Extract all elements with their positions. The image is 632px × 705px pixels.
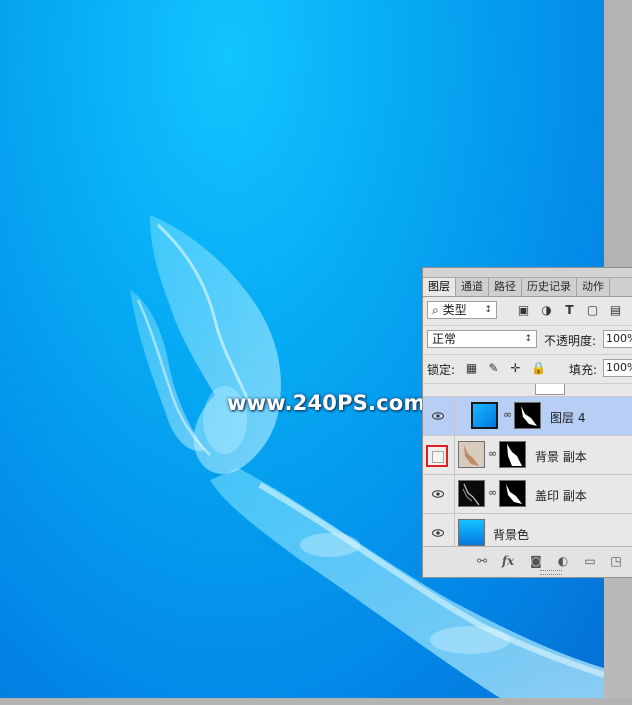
workspace-background-bottom xyxy=(0,698,632,705)
eye-icon xyxy=(432,529,444,537)
layer-thumbnail xyxy=(458,441,485,468)
search-icon: ⌕ xyxy=(432,303,439,317)
layer-thumbnail xyxy=(471,402,498,429)
layer-row[interactable]: ∞ 图层 4 xyxy=(423,397,632,436)
link-icon[interactable]: ∞ xyxy=(488,487,497,499)
shape-filter-icon[interactable]: ▢ xyxy=(586,304,599,317)
chevron-updown-icon: ↕ xyxy=(524,334,532,344)
lock-label: 锁定: xyxy=(427,363,456,377)
fill-label: 填充: xyxy=(569,363,598,377)
visibility-off-highlight[interactable] xyxy=(426,445,448,467)
layer-mask-thumbnail xyxy=(514,402,541,429)
panel-title-strip[interactable] xyxy=(423,268,632,278)
opacity-field[interactable]: 100% xyxy=(603,330,632,348)
layer-mask-thumbnail xyxy=(499,480,526,507)
blend-row: 正常 ↕ 不透明度: 100% xyxy=(423,326,632,355)
panel-tabs: 图层 通道 路径 历史记录 动作 xyxy=(423,278,632,297)
watermark-text: www.240PS.com xyxy=(227,391,426,415)
lock-all-icon[interactable]: 🔒 xyxy=(531,362,546,375)
adjustment-icon[interactable]: ◐ xyxy=(556,554,570,568)
tab-actions[interactable]: 动作 xyxy=(577,278,610,296)
pixel-filter-icon[interactable]: ▣ xyxy=(517,304,530,317)
layer-filter-value: 类型 xyxy=(442,303,467,317)
opacity-label: 不透明度: xyxy=(544,334,597,348)
workspace-background xyxy=(604,0,632,268)
link-icon[interactable]: ⚯ xyxy=(475,554,489,568)
fx-icon[interactable]: fx xyxy=(501,554,515,568)
eye-icon xyxy=(432,412,444,420)
visibility-toggle[interactable] xyxy=(423,475,455,513)
folder-icon[interactable]: ▭ xyxy=(583,554,597,568)
layer-thumbnail xyxy=(458,519,485,546)
photoshop-workspace: www.240PS.com 图层 通道 路径 历史记录 动作 ⌕ 类型 ↕ ▣ … xyxy=(0,0,632,705)
smart-object-filter-icon[interactable]: ▤ xyxy=(609,304,622,317)
blend-mode-select[interactable]: 正常 ↕ xyxy=(427,330,537,348)
new-layer-icon[interactable]: ◳ xyxy=(609,554,623,568)
layer-filter-select[interactable]: ⌕ 类型 ↕ xyxy=(427,301,497,319)
layer-name[interactable]: 图层 4 xyxy=(550,409,585,426)
lock-row: 锁定: ▦ ✎ ✛ 🔒 填充: 100% xyxy=(423,355,632,384)
lock-transparent-icon[interactable]: ▦ xyxy=(465,362,478,375)
blend-mode-value: 正常 xyxy=(432,332,457,346)
layer-thumbnail xyxy=(458,480,485,507)
layer-name[interactable]: 盖印 副本 xyxy=(535,487,587,504)
mask-icon[interactable]: ◙ xyxy=(529,554,543,568)
tab-channels[interactable]: 通道 xyxy=(456,278,489,296)
layer-mask-thumbnail xyxy=(499,441,526,468)
link-icon[interactable]: ∞ xyxy=(488,448,497,460)
layer-thumbnail-partial xyxy=(535,384,565,395)
layer-row[interactable]: ∞ 背景 副本 xyxy=(423,436,632,475)
link-icon[interactable]: ∞ xyxy=(503,409,512,421)
type-filter-icon[interactable]: T xyxy=(563,304,576,317)
adjustment-filter-icon[interactable]: ◑ xyxy=(540,304,553,317)
lock-position-icon[interactable]: ✛ xyxy=(509,362,522,375)
filter-row: ⌕ 类型 ↕ ▣ ◑ T ▢ ▤ xyxy=(423,297,632,326)
tab-paths[interactable]: 路径 xyxy=(489,278,522,296)
chevron-updown-icon: ↕ xyxy=(484,305,492,315)
eye-icon xyxy=(432,490,444,498)
layer-list-top xyxy=(423,384,632,397)
layers-panel: 图层 通道 路径 历史记录 动作 ⌕ 类型 ↕ ▣ ◑ T ▢ ▤ 正常 ↕ 不 xyxy=(422,267,632,578)
tab-layers[interactable]: 图层 xyxy=(423,278,456,296)
lock-paint-icon[interactable]: ✎ xyxy=(487,362,500,375)
tab-history[interactable]: 历史记录 xyxy=(522,278,577,296)
panel-resize-grip[interactable] xyxy=(540,570,562,575)
visibility-toggle[interactable] xyxy=(423,436,455,474)
layer-name[interactable]: 背景色 xyxy=(493,526,529,543)
layer-row[interactable]: ∞ 盖印 副本 xyxy=(423,475,632,514)
visibility-toggle[interactable] xyxy=(423,397,455,435)
fill-field[interactable]: 100% xyxy=(603,359,632,377)
layer-name[interactable]: 背景 副本 xyxy=(535,448,587,465)
panel-footer: ⚯ fx ◙ ◐ ▭ ◳ xyxy=(423,546,632,577)
